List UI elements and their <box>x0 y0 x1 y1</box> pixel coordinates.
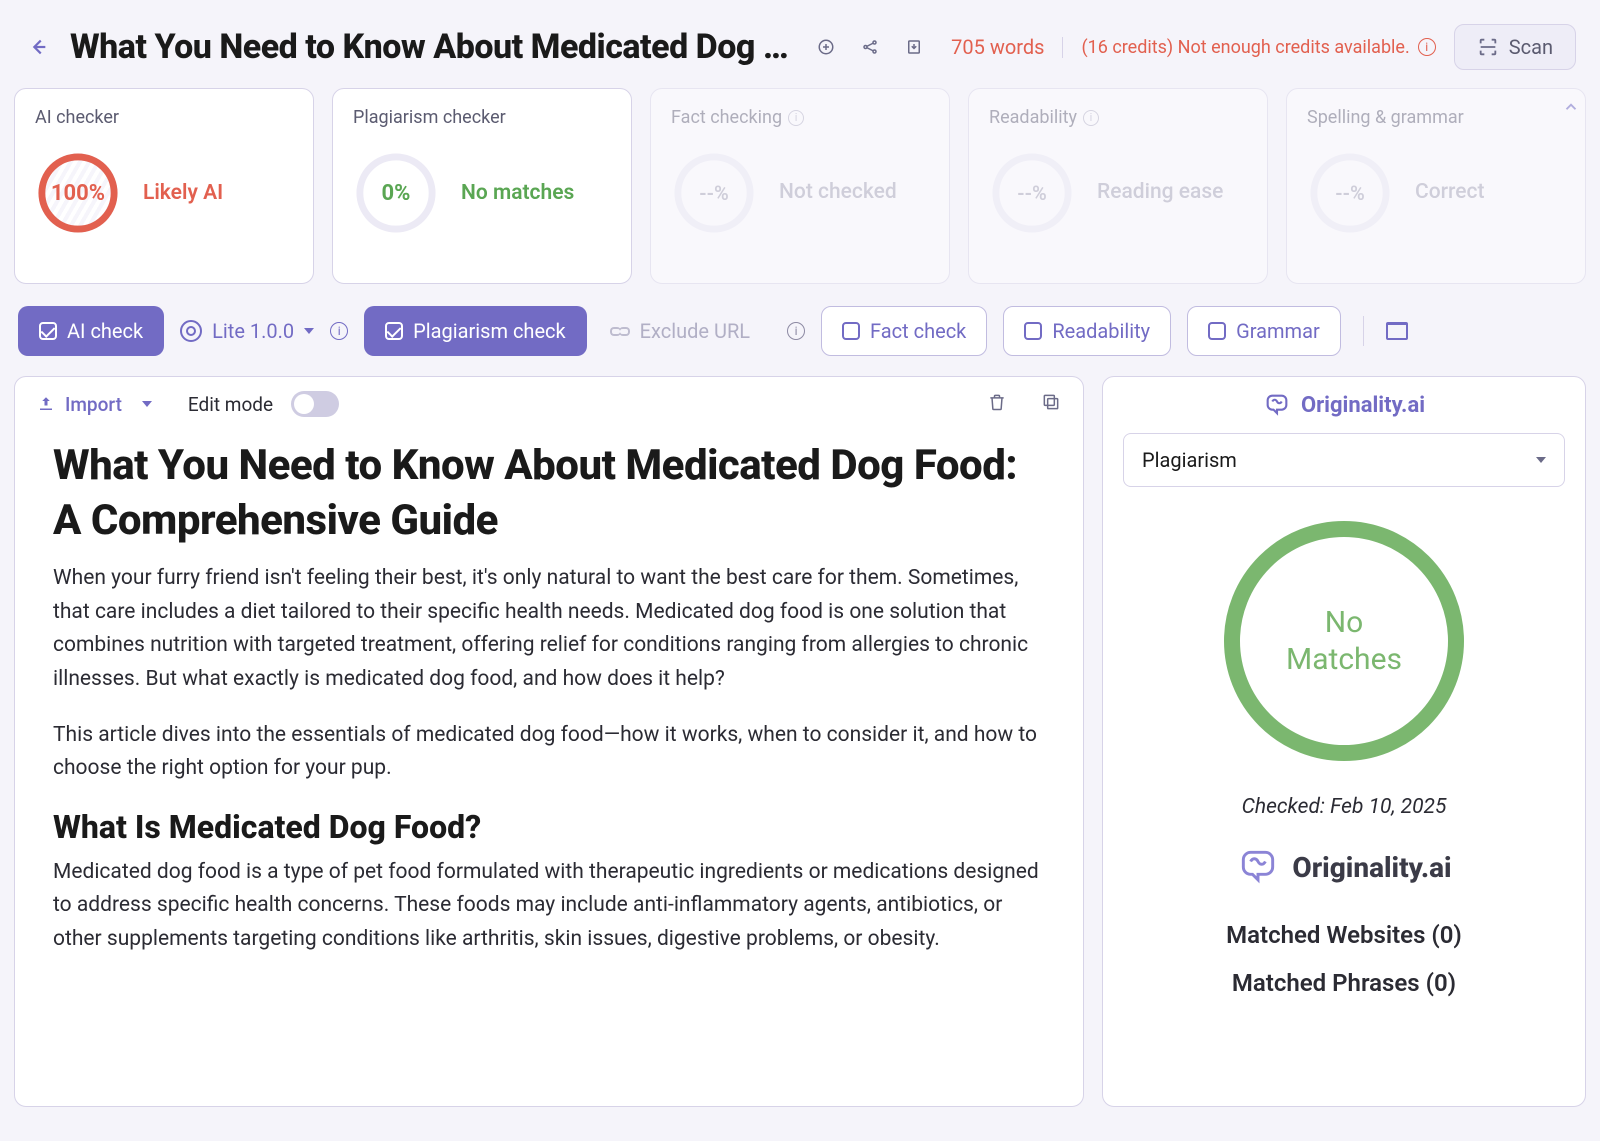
model-version-dropdown[interactable]: Lite 1.0.0 <box>180 319 314 343</box>
card-label: Spelling & grammar <box>1307 107 1565 128</box>
doc-title: What You Need to Know About Medicated Do… <box>53 439 1045 548</box>
ai-check-button[interactable]: AI check <box>18 306 164 356</box>
gram-percent: --% <box>1307 150 1393 236</box>
delete-icon[interactable] <box>987 392 1007 416</box>
brand-footer: Originality.ai <box>1123 845 1565 889</box>
card-ai-checker[interactable]: AI checker 100% Likely AI <box>14 88 314 284</box>
fact-status: Not checked <box>779 179 897 206</box>
gram-status: Correct <box>1415 179 1484 206</box>
card-fact-checking[interactable]: Fact checking i --% Not checked <box>650 88 950 284</box>
doc-heading: What Is Medicated Dog Food? <box>53 808 1045 846</box>
card-label: AI checker <box>35 107 293 128</box>
document-content[interactable]: What You Need to Know About Medicated Do… <box>15 431 1083 1106</box>
doc-paragraph: Medicated dog food is a type of pet food… <box>53 856 1045 957</box>
chevron-down-icon <box>142 401 152 407</box>
exclude-url-button: Exclude URL <box>603 306 771 356</box>
bookmark-icon[interactable] <box>1386 322 1408 340</box>
divider <box>1363 316 1364 346</box>
doc-paragraph: This article dives into the essentials o… <box>53 719 1045 786</box>
import-button[interactable]: Import <box>37 393 152 416</box>
read-percent: --% <box>989 150 1075 236</box>
target-icon <box>180 320 202 342</box>
doc-paragraph: When your furry friend isn't feeling the… <box>53 562 1045 696</box>
plagiarism-check-button[interactable]: Plagiarism check <box>364 306 587 356</box>
chevron-down-icon <box>1536 457 1546 463</box>
result-type-dropdown[interactable]: Plagiarism <box>1123 433 1565 487</box>
brain-icon <box>1236 845 1280 889</box>
word-count: 705 words <box>951 35 1044 59</box>
page-title: What You Need to Know About Medicated Do… <box>70 27 790 67</box>
copy-icon[interactable] <box>1041 392 1061 416</box>
info-icon[interactable]: i <box>787 322 805 340</box>
info-icon[interactable]: i <box>788 110 804 126</box>
matched-websites[interactable]: Matched Websites (0) <box>1123 921 1565 949</box>
card-grammar[interactable]: Spelling & grammar --% Correct <box>1286 88 1586 284</box>
download-icon[interactable] <box>904 37 924 57</box>
card-label: Fact checking i <box>671 107 929 128</box>
checkbox-checked-icon <box>39 322 57 340</box>
edit-mode-toggle[interactable] <box>291 391 339 417</box>
info-icon[interactable]: i <box>1083 110 1099 126</box>
results-sidebar: Originality.ai Plagiarism No Matches Che… <box>1102 376 1586 1107</box>
info-icon[interactable]: i <box>1418 38 1436 56</box>
fact-donut: --% <box>671 150 757 236</box>
chevron-down-icon <box>304 328 314 334</box>
checkbox-icon <box>1024 322 1042 340</box>
link-off-icon <box>610 321 630 341</box>
card-label: Readability i <box>989 107 1247 128</box>
card-readability[interactable]: Readability i --% Reading ease <box>968 88 1268 284</box>
brain-icon <box>1263 391 1291 419</box>
ai-percent: 100% <box>35 150 121 236</box>
ai-score-donut: 100% <box>35 150 121 236</box>
fact-percent: --% <box>671 150 757 236</box>
card-label: Plagiarism checker <box>353 107 611 128</box>
checkbox-icon <box>1208 322 1226 340</box>
scan-label: Scan <box>1509 35 1553 59</box>
plag-status: No matches <box>461 181 574 205</box>
checked-date: Checked: Feb 10, 2025 <box>1123 795 1565 819</box>
card-plagiarism-checker[interactable]: Plagiarism checker 0% No matches <box>332 88 632 284</box>
checkbox-checked-icon <box>385 322 403 340</box>
brand-header: Originality.ai <box>1123 391 1565 419</box>
scan-button[interactable]: Scan <box>1454 24 1576 70</box>
checkbox-icon <box>842 322 860 340</box>
share-icon[interactable] <box>860 37 880 57</box>
read-donut: --% <box>989 150 1075 236</box>
grammar-button[interactable]: Grammar <box>1187 306 1341 356</box>
plagiarism-result-badge: No Matches <box>1224 521 1464 761</box>
add-icon[interactable] <box>816 37 836 57</box>
read-status: Reading ease <box>1097 179 1223 206</box>
editor-pane: Import Edit mode What You Need to <box>14 376 1084 1107</box>
credits-warning: (16 credits) Not enough credits availabl… <box>1081 37 1409 58</box>
edit-mode-label: Edit mode <box>188 393 273 416</box>
back-button[interactable] <box>24 33 52 61</box>
info-icon[interactable]: i <box>330 322 348 340</box>
readability-button[interactable]: Readability <box>1003 306 1171 356</box>
plag-percent: 0% <box>353 150 439 236</box>
ai-status: Likely AI <box>143 181 223 205</box>
fact-check-button[interactable]: Fact check <box>821 306 987 356</box>
plag-score-donut: 0% <box>353 150 439 236</box>
gram-donut: --% <box>1307 150 1393 236</box>
matched-phrases[interactable]: Matched Phrases (0) <box>1123 969 1565 997</box>
